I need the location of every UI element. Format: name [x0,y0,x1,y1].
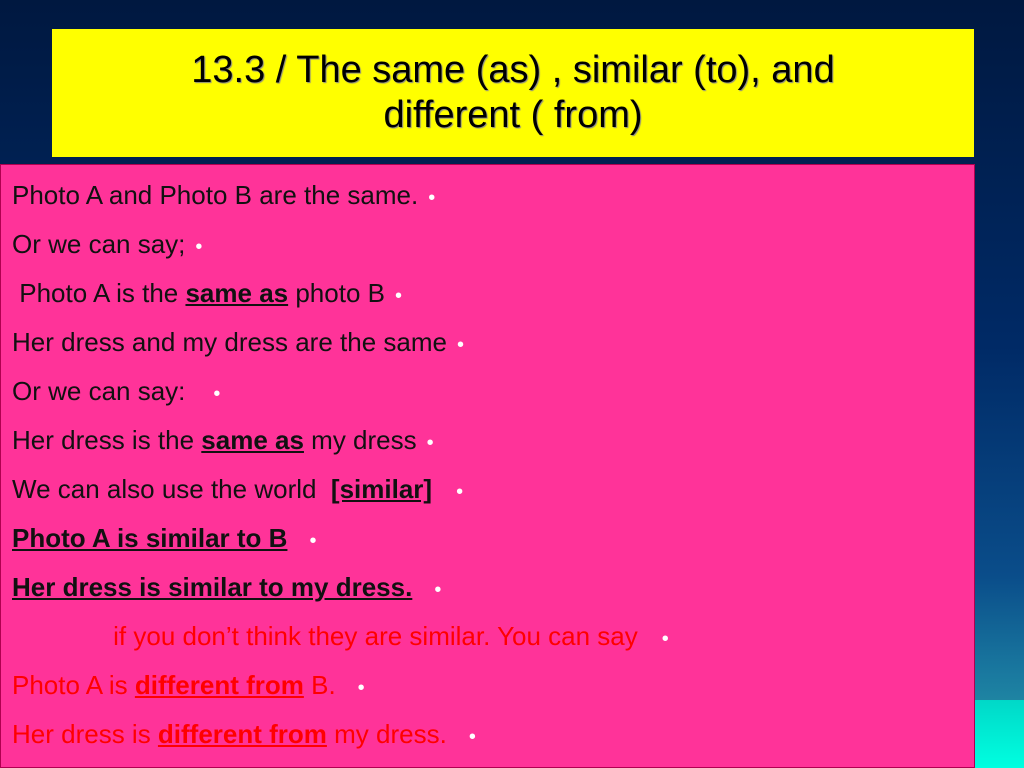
content-box: Photo A and Photo B are the same. • Or we… [0,164,975,768]
bullet-icon: • [456,481,464,503]
line-text: Photo A is the [12,278,186,308]
line-text: Or we can say: [12,376,186,406]
line-text: We can also use the world [12,474,331,504]
bullet-icon: • [661,628,669,650]
line-text: Or we can say; [12,229,186,259]
emphasis-text: same as [201,425,304,455]
bullet-icon: • [428,187,436,209]
content-line-10: if you don’t think they are similar. You… [12,616,669,656]
emphasis-text: Photo A is similar to B [12,523,288,553]
slide-title-line-1: 13.3 / The same (as) , similar (to), and [191,49,835,91]
emphasis-text: Her dress is similar to my dress. [12,572,413,602]
emphasis-text: different from [134,670,304,700]
bullet-icon: • [434,579,442,601]
emphasis-text: different from [157,719,327,749]
content-line-7: We can also use the world [similar] • [12,469,463,509]
line-text-after: my dress. [326,719,447,749]
content-line-6: Her dress is the same as my dress • [12,420,434,460]
bullet-icon: • [456,334,464,356]
content-line-2: Or we can say; • [12,224,202,264]
line-text: Her dress and my dress are the same [12,327,447,357]
content-line-3: Photo A is the same as photo B • [12,273,402,313]
bullet-icon: • [426,432,434,454]
bullet-icon: • [213,383,221,405]
line-text: Photo A is [12,670,135,700]
content-line-5: Or we can say: • [12,371,220,411]
line-text: if you don’t think they are similar. You… [12,621,638,651]
content-line-11: Photo A is different from B. • [12,665,365,705]
bullet-icon: • [357,677,365,699]
content-line-8: Photo A is similar to B • [12,518,316,558]
content-line-9: Her dress is similar to my dress. • [12,567,441,607]
bullet-icon: • [394,285,402,307]
line-text: Her dress is the [12,425,202,455]
content-line-12: Her dress is different from my dress. • [12,714,476,754]
line-text-after: my dress [303,425,417,455]
bullet-icon: • [309,530,317,552]
bullet-icon: • [468,726,476,748]
slide-title-box: 13.3 / The same (as) , similar (to), and… [52,29,974,157]
line-text: Photo A and Photo B are the same. [12,180,419,210]
emphasis-text: same as [185,278,289,308]
bullet-icon: • [195,236,203,258]
slide-title: 13.3 / The same (as) , similar (to), and… [103,48,923,138]
emphasis-text: [similar] [330,474,433,504]
line-text: Her dress is [12,719,158,749]
content-line-4: Her dress and my dress are the same • [12,322,464,362]
content-line-1: Photo A and Photo B are the same. • [12,175,435,215]
slide-title-line-2: different ( from) [383,94,643,136]
line-text-after: B. [303,670,336,700]
line-text-after: photo B [288,278,385,308]
